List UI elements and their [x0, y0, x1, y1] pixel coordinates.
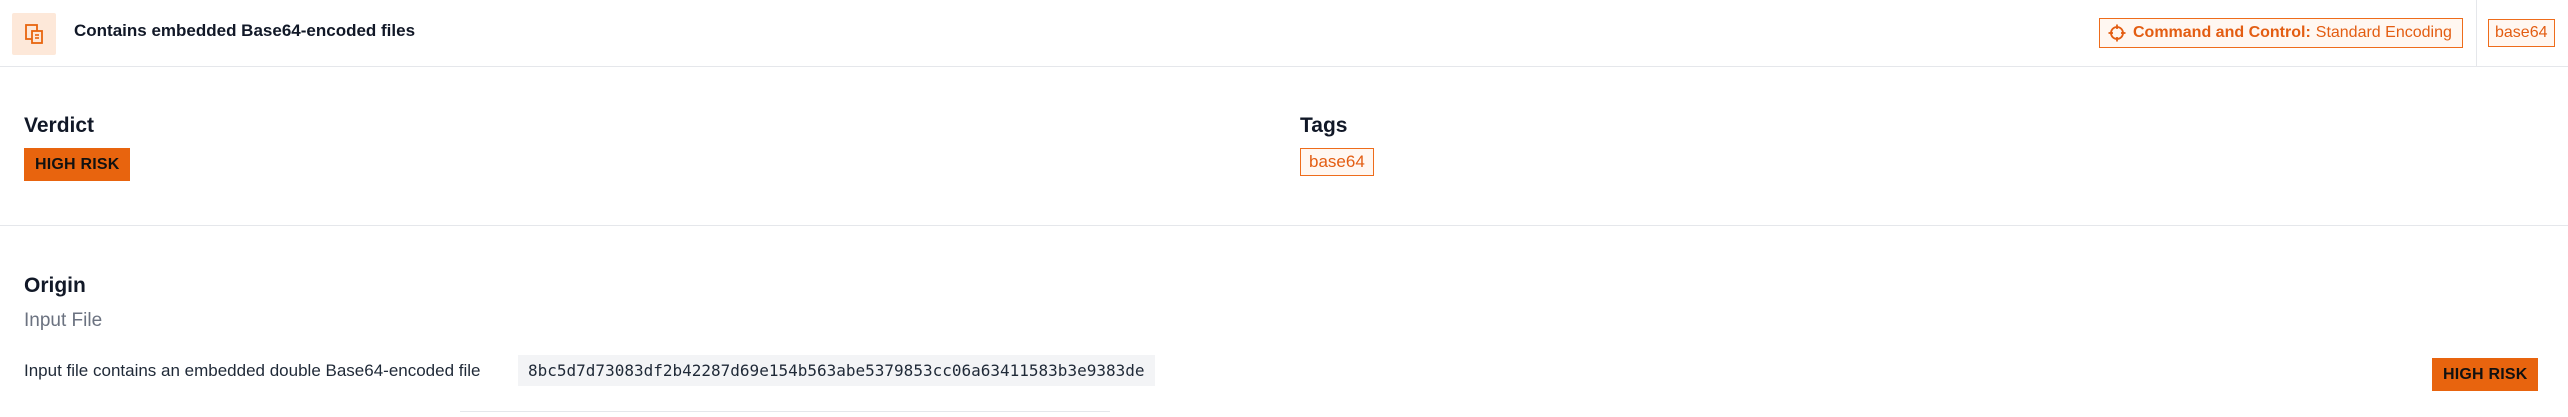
finding-title: Contains embedded Base64-encoded files: [74, 21, 416, 40]
mitre-tactic: Command and Control:: [2133, 24, 2311, 41]
origin-subheading: Input File: [24, 310, 103, 331]
origin-description: Input file contains an embedded double B…: [24, 361, 481, 380]
verdict-badge: HIGH RISK: [24, 148, 131, 181]
header-divider: [2476, 0, 2477, 67]
mitre-technique: Standard Encoding: [2315, 24, 2452, 41]
origin-risk-badge: HIGH RISK: [2432, 358, 2539, 391]
file-hash[interactable]: 8bc5d7d73083df2b42287d69e154b563abe53798…: [518, 355, 1155, 386]
finding-header[interactable]: Contains embedded Base64-encoded files C…: [0, 0, 2568, 67]
crosshair-icon: [2108, 24, 2126, 42]
origin-heading: Origin: [24, 274, 86, 297]
header-tag-chip[interactable]: base64: [2488, 19, 2555, 47]
mitre-technique-chip[interactable]: Command and Control: Standard Encoding: [2099, 18, 2463, 48]
tags-heading: Tags: [1300, 114, 1348, 137]
tag-chip[interactable]: base64: [1300, 148, 1374, 176]
verdict-heading: Verdict: [24, 114, 95, 137]
finding-card: Contains embedded Base64-encoded files C…: [0, 0, 2568, 417]
divider: [460, 411, 1110, 412]
verdict-tags-section: Verdict HIGH RISK Tags base64: [0, 68, 2568, 226]
embedded-file-icon: [12, 13, 56, 55]
